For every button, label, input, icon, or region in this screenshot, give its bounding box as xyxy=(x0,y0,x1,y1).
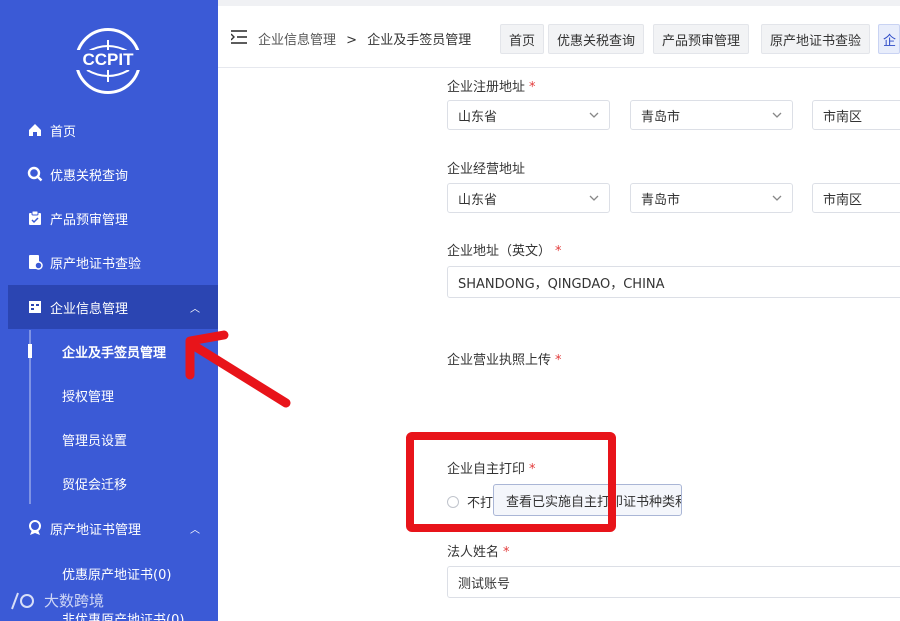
license-upload-label: 企业营业执照上传 * xyxy=(447,349,562,368)
input-value: SHANDONG，QINGDAO，CHINA xyxy=(458,276,665,292)
en-address-input[interactable]: SHANDONG，QINGDAO，CHINA xyxy=(447,266,900,298)
biz-address-label: 企业经营地址 xyxy=(447,158,525,177)
tab-label: 原产地证书查验 xyxy=(770,33,862,49)
home-icon xyxy=(26,121,44,139)
reg-province-select[interactable]: 山东省 xyxy=(447,100,610,130)
legal-name-label: 法人姓名 * xyxy=(447,541,510,560)
required-mark: * xyxy=(503,545,510,560)
tab-tariff-query[interactable]: 优惠关税查询 xyxy=(548,24,645,54)
sidebar-item-cert-check[interactable]: 原产地证书查验 xyxy=(0,240,218,284)
label-text: 企业注册地址 xyxy=(447,80,526,95)
biz-province-select[interactable]: 山东省 xyxy=(447,183,610,213)
topbar: 企业信息管理 > 企业及手签员管理 首页 优惠关税查询 产品预审管理 原产地证书… xyxy=(218,0,900,68)
required-mark: * xyxy=(555,353,562,368)
required-mark: * xyxy=(555,244,562,259)
chevron-down-icon xyxy=(589,112,599,118)
sidebar: CCPIT 首页 优惠关税查询 产品预审管理 原产地证书查验 企业信息管理 ︿ … xyxy=(0,0,218,621)
building-icon xyxy=(26,298,44,316)
menu-fold-icon[interactable] xyxy=(231,30,247,44)
watermark-logo-icon xyxy=(11,592,34,609)
breadcrumb-parent[interactable]: 企业信息管理 xyxy=(258,33,336,48)
sidebar-item-cert-management[interactable]: 原产地证书管理 ︿ xyxy=(0,506,218,550)
select-value: 山东省 xyxy=(458,192,498,208)
sidebar-subitem-admin-settings[interactable]: 管理员设置 xyxy=(0,417,218,461)
select-value: 市南区 xyxy=(823,192,863,208)
sidebar-item-home[interactable]: 首页 xyxy=(0,108,218,152)
highlight-box xyxy=(406,432,616,532)
chevron-up-icon: ︿ xyxy=(190,524,200,536)
tab-label: 企 xyxy=(883,33,897,49)
tab-pre-review[interactable]: 产品预审管理 xyxy=(653,24,750,54)
sidebar-subitem-label: 授权管理 xyxy=(62,389,115,405)
reg-city-select[interactable]: 青岛市 xyxy=(630,100,793,130)
sidebar-item-label: 首页 xyxy=(50,124,77,140)
tab-cert-check[interactable]: 原产地证书查验 xyxy=(761,24,871,54)
certificate-check-icon xyxy=(26,253,44,271)
sidebar-subitem-label: 企业及手签员管理 xyxy=(62,345,167,361)
search-icon xyxy=(26,165,44,183)
tab-label: 首页 xyxy=(509,33,536,49)
award-icon xyxy=(26,519,44,537)
select-value: 市南区 xyxy=(823,109,863,125)
select-value: 青岛市 xyxy=(641,192,681,208)
biz-city-select[interactable]: 青岛市 xyxy=(630,183,793,213)
watermark: 大数跨境 xyxy=(10,590,104,611)
required-mark: * xyxy=(529,80,536,95)
sidebar-item-company-info[interactable]: 企业信息管理 ︿ xyxy=(8,285,218,329)
breadcrumb: 企业信息管理 > 企业及手签员管理 xyxy=(258,29,471,48)
label-text: 企业营业执照上传 xyxy=(447,353,552,368)
sidebar-subitem-label: 管理员设置 xyxy=(62,433,128,449)
select-value: 青岛市 xyxy=(641,109,681,125)
sidebar-item-label: 原产地证书管理 xyxy=(50,522,142,538)
chevron-down-icon xyxy=(772,112,782,118)
input-value: 测试账号 xyxy=(458,576,511,592)
chevron-down-icon xyxy=(772,195,782,201)
top-strip xyxy=(218,0,900,6)
ccpit-logo: CCPIT xyxy=(75,28,141,94)
legal-name-input[interactable]: 测试账号 xyxy=(447,566,900,598)
tab-home[interactable]: 首页 xyxy=(500,24,545,54)
select-value: 山东省 xyxy=(458,109,498,125)
en-address-label: 企业地址（英文） * xyxy=(447,240,562,259)
sidebar-subitem-preferential-cert[interactable]: 优惠原产地证书(0) xyxy=(0,551,218,595)
form-content: 企业注册地址 * 山东省 青岛市 市南区 企业经营地址 山东省 青岛市 市南区 企… xyxy=(218,68,900,621)
tab-company-signers[interactable]: 企 xyxy=(878,24,900,54)
red-arrow-annotation xyxy=(185,330,291,408)
reg-address-label: 企业注册地址 * xyxy=(447,76,536,95)
sidebar-item-label: 原产地证书查验 xyxy=(50,256,142,272)
label-text: 法人姓名 xyxy=(447,545,500,560)
sidebar-subitem-label: 贸促会迁移 xyxy=(62,477,128,493)
sidebar-item-label: 企业信息管理 xyxy=(50,301,129,317)
label-text: 企业地址（英文） xyxy=(447,244,552,259)
clipboard-icon xyxy=(26,209,44,227)
sidebar-item-label: 优惠关税查询 xyxy=(50,168,129,184)
tab-label: 产品预审管理 xyxy=(662,33,741,49)
watermark-text: 大数跨境 xyxy=(44,592,105,610)
sidebar-item-pre-review[interactable]: 产品预审管理 xyxy=(0,196,218,240)
sidebar-item-label: 产品预审管理 xyxy=(50,212,129,228)
label-text: 企业经营地址 xyxy=(447,162,526,177)
chevron-up-icon: ︿ xyxy=(190,303,200,315)
breadcrumb-separator: > xyxy=(346,33,358,48)
chevron-down-icon xyxy=(589,195,599,201)
sidebar-item-tariff-query[interactable]: 优惠关税查询 xyxy=(0,152,218,196)
reg-district-select[interactable]: 市南区 xyxy=(812,100,900,130)
sidebar-subitem-label: 优惠原产地证书(0) xyxy=(62,567,172,583)
biz-district-select[interactable]: 市南区 xyxy=(812,183,900,213)
tab-label: 优惠关税查询 xyxy=(557,33,636,49)
sidebar-subitem-ccpit-migration[interactable]: 贸促会迁移 xyxy=(0,461,218,505)
breadcrumb-current: 企业及手签员管理 xyxy=(367,33,472,48)
